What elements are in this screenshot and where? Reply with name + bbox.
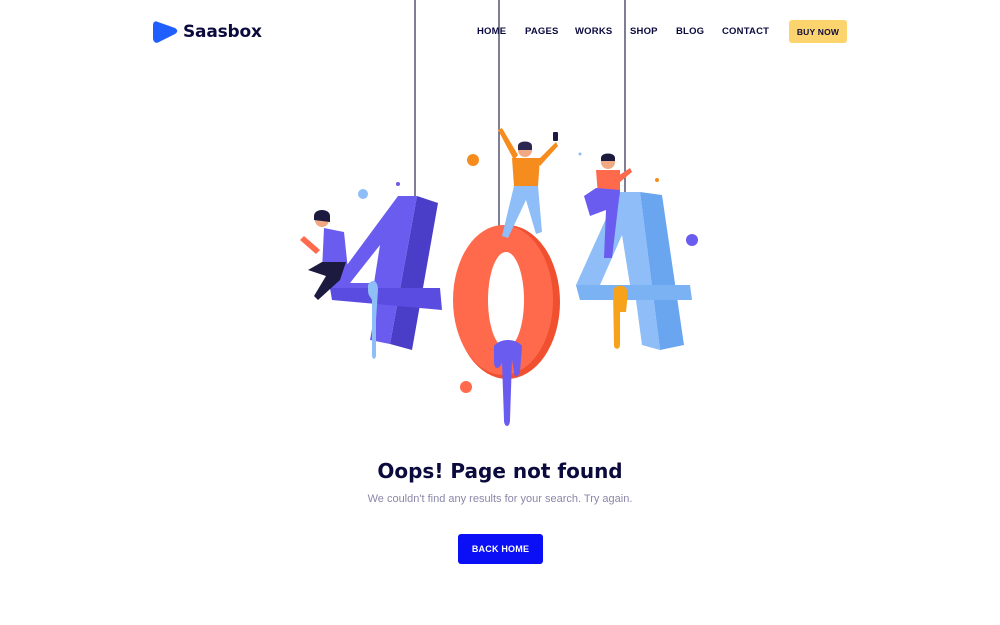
person-hanging-middle <box>498 128 558 238</box>
error-title: Oops! Page not found <box>377 459 623 483</box>
digit-four-left <box>330 196 442 359</box>
decor-dot <box>460 381 472 393</box>
decor-dot <box>655 178 659 182</box>
back-home-button[interactable]: BACK HOME <box>458 534 543 564</box>
decor-dot <box>396 182 400 186</box>
digit-zero <box>453 225 560 426</box>
nav-item-contact[interactable]: CONTACT <box>722 26 769 37</box>
digit-four-right <box>576 192 692 350</box>
decor-dot <box>467 154 479 166</box>
decor-dot <box>686 234 698 246</box>
error-message: We couldn't find any results for your se… <box>367 493 633 505</box>
decor-dot <box>578 152 582 156</box>
decor-dot <box>358 189 368 199</box>
404-illustration <box>300 0 698 426</box>
buy-now-button[interactable]: BUY NOW <box>789 20 847 43</box>
